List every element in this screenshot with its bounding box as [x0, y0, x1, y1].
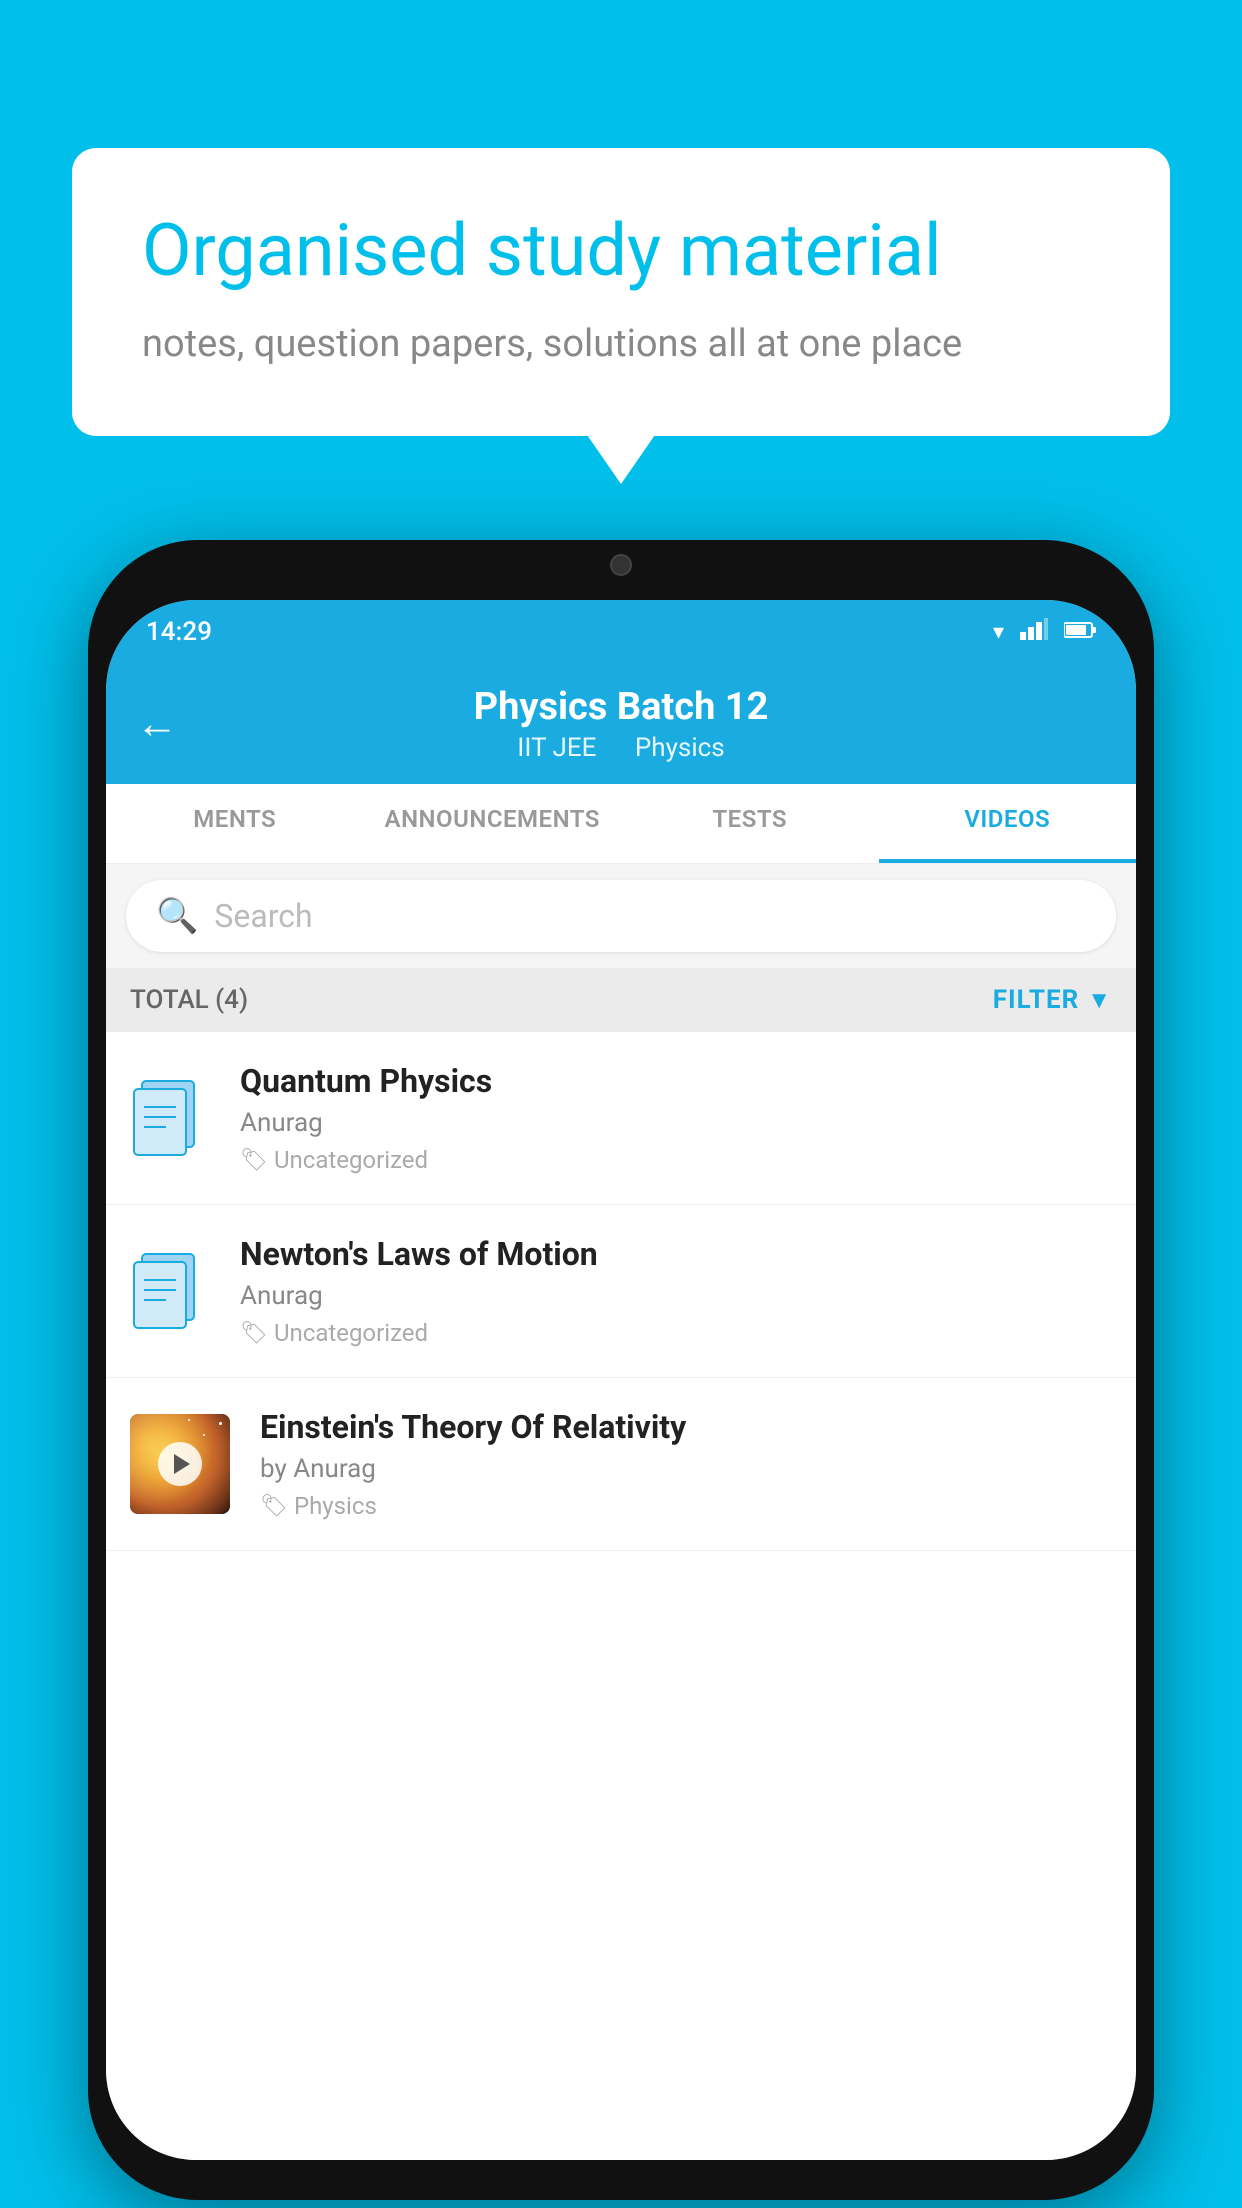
filter-bar: TOTAL (4) FILTER ▼	[106, 968, 1136, 1032]
video-info: Quantum Physics Anurag 🏷 Uncategorized	[240, 1062, 1112, 1174]
wifi-icon: ▾	[993, 620, 1004, 645]
video-info: Newton's Laws of Motion Anurag 🏷 Uncateg…	[240, 1235, 1112, 1347]
app-header: ← Physics Batch 12 IIT JEE Physics	[106, 664, 1136, 784]
back-button[interactable]: ←	[136, 700, 178, 749]
camera-notch	[610, 554, 632, 576]
video-tag: 🏷 Uncategorized	[240, 1319, 1112, 1347]
status-icons: ▾	[993, 618, 1096, 646]
filter-icon: ▼	[1087, 986, 1112, 1015]
status-bar: 14:29 ▾	[106, 600, 1136, 664]
video-list: Quantum Physics Anurag 🏷 Uncategorized	[106, 1032, 1136, 2160]
search-bar[interactable]: 🔍 Search	[126, 880, 1116, 952]
video-author: Anurag	[240, 1108, 1112, 1138]
video-tag: 🏷 Uncategorized	[240, 1146, 1112, 1174]
search-icon: 🔍	[156, 896, 198, 936]
tab-videos[interactable]: VIDEOS	[879, 784, 1137, 863]
phone-notch	[521, 540, 721, 592]
video-title: Einstein's Theory Of Relativity	[260, 1408, 1112, 1446]
video-author: Anurag	[240, 1281, 1112, 1311]
tab-bar: MENTS ANNOUNCEMENTS TESTS VIDEOS	[106, 784, 1136, 864]
list-item[interactable]: Quantum Physics Anurag 🏷 Uncategorized	[106, 1032, 1136, 1205]
video-title: Newton's Laws of Motion	[240, 1235, 1112, 1273]
tag-icon: 🏷	[240, 1148, 268, 1173]
bubble-subtitle: notes, question papers, solutions all at…	[142, 322, 1100, 366]
signal-icon	[1020, 618, 1048, 646]
tab-ments[interactable]: MENTS	[106, 784, 364, 863]
video-info: Einstein's Theory Of Relativity by Anura…	[260, 1408, 1112, 1520]
tab-tests[interactable]: TESTS	[621, 784, 879, 863]
bubble-title: Organised study material	[142, 208, 1100, 294]
search-placeholder: Search	[214, 897, 312, 935]
subtitle-physics: Physics	[635, 733, 725, 763]
list-item[interactable]: Einstein's Theory Of Relativity by Anura…	[106, 1378, 1136, 1551]
file-icon	[130, 1073, 210, 1163]
video-author: by Anurag	[260, 1454, 1112, 1484]
phone-screen: 14:29 ▾	[106, 600, 1136, 2160]
play-button[interactable]	[158, 1442, 202, 1486]
page-title: Physics Batch 12	[474, 685, 769, 729]
file-icon	[130, 1246, 210, 1336]
video-tag: 🏷 Physics	[260, 1492, 1112, 1520]
search-container: 🔍 Search	[106, 864, 1136, 968]
page-subtitle: IIT JEE Physics	[509, 733, 732, 763]
tag-icon: 🏷	[240, 1321, 268, 1346]
video-title: Quantum Physics	[240, 1062, 1112, 1100]
tag-icon: 🏷	[260, 1494, 288, 1519]
video-thumbnail	[130, 1414, 230, 1514]
status-time: 14:29	[146, 617, 212, 647]
subtitle-iitjee: IIT JEE	[517, 733, 596, 763]
total-count: TOTAL (4)	[130, 985, 248, 1015]
battery-icon	[1064, 620, 1096, 645]
filter-button[interactable]: FILTER ▼	[993, 985, 1112, 1015]
list-item[interactable]: Newton's Laws of Motion Anurag 🏷 Uncateg…	[106, 1205, 1136, 1378]
phone-frame: 14:29 ▾	[88, 540, 1154, 2200]
tab-announcements[interactable]: ANNOUNCEMENTS	[364, 784, 622, 863]
thumbnail-image	[130, 1414, 230, 1514]
speech-bubble: Organised study material notes, question…	[72, 148, 1170, 436]
